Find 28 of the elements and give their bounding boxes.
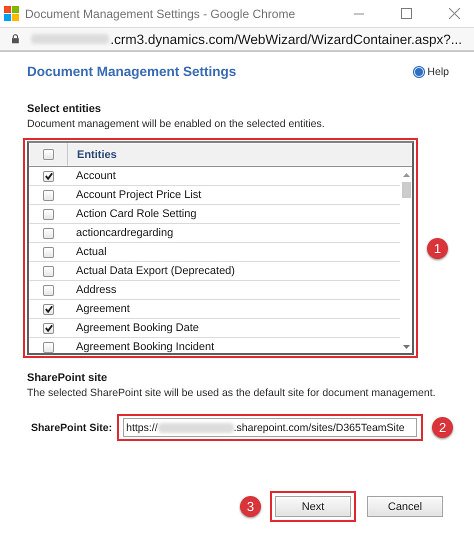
table-cell-text: Agreement Booking Incident — [75, 341, 214, 353]
page-heading: Document Management Settings — [27, 64, 236, 79]
section-title: SharePoint site — [27, 372, 108, 384]
table-cell-text: Address — [75, 284, 116, 296]
table-cell-text: Agreement Booking Date — [75, 322, 199, 334]
table-cell-text: actioncardregarding — [75, 227, 174, 239]
next-button[interactable]: Next — [275, 496, 351, 517]
url-input-field[interactable]: https:// .sharepoint.com/sites/D365TeamSite — [123, 418, 418, 437]
input-text: .sharepoint.com/sites/D365TeamSite — [234, 422, 405, 434]
step-badge: 2 — [432, 417, 454, 438]
window-title: Document Management Settings - Google Chrome — [25, 6, 296, 20]
section-title: Select entities — [27, 103, 102, 115]
section-description: The selected SharePoint site will be used as the default site for document management. — [27, 387, 437, 399]
table-cell-text: Account Project Price List — [75, 189, 202, 201]
url-text: .crm3.dynamics.com/WebWizard/WizardContainer.aspx?... — [110, 32, 462, 46]
help-link[interactable]: Help — [413, 66, 449, 78]
step-badge: 1 — [427, 238, 448, 258]
table-cell-text: Agreement — [75, 303, 130, 315]
table-cell-text: Account — [75, 170, 116, 182]
table-cell-text: Action Card Role Setting — [75, 208, 196, 220]
table-cell-text: Actual Data Export (Deprecated) — [75, 265, 235, 277]
column-header: Entities — [76, 148, 117, 160]
input-text: https:// — [126, 422, 158, 434]
section-description: Document management will be enabled on the selected entities. — [27, 118, 326, 130]
field-label: SharePoint Site: — [31, 422, 112, 434]
table-cell-text: Actual — [75, 246, 107, 258]
cancel-button[interactable]: Cancel — [367, 496, 443, 517]
step-badge: 3 — [240, 496, 261, 517]
